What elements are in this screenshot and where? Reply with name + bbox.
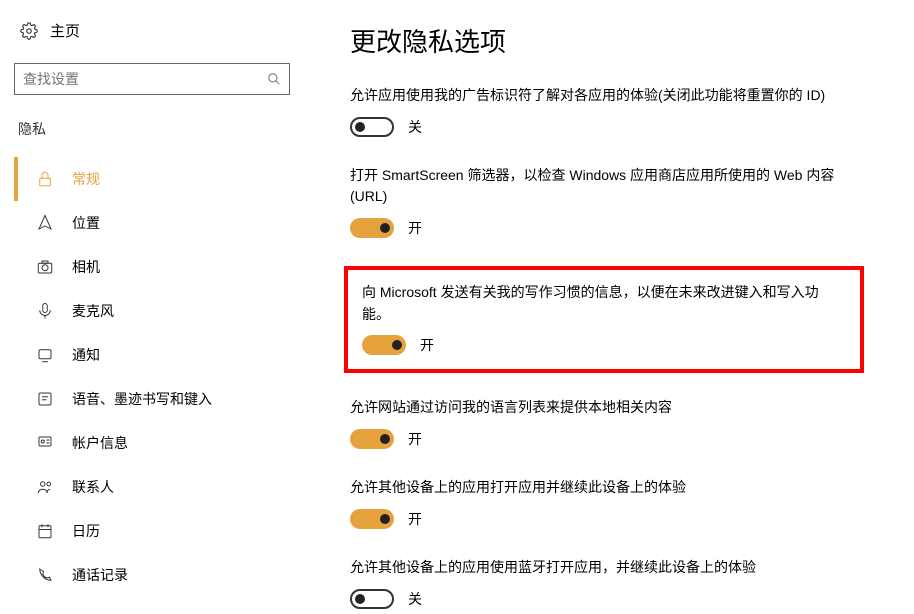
- lock-icon: [36, 170, 54, 188]
- toggle-typing-data[interactable]: [362, 335, 406, 355]
- calendar-icon: [36, 522, 54, 540]
- sidebar-item-label: 麦克风: [72, 301, 114, 321]
- sidebar-item-label: 日历: [72, 521, 100, 541]
- toggle-label: 开: [408, 429, 422, 449]
- sidebar-item-microphone[interactable]: 麦克风: [14, 289, 310, 333]
- page-title: 更改隐私选项: [350, 22, 874, 59]
- toggle-language-list[interactable]: [350, 429, 394, 449]
- toggle-label: 开: [408, 218, 422, 238]
- sidebar-item-camera[interactable]: 相机: [14, 245, 310, 289]
- toggle-label: 开: [408, 509, 422, 529]
- account-icon: [36, 434, 54, 452]
- highlighted-setting: 向 Microsoft 发送有关我的写作习惯的信息，以便在未来改进键入和写入功能…: [344, 266, 864, 373]
- category-label: 隐私: [14, 119, 310, 139]
- toggle-label: 关: [408, 117, 422, 137]
- setting-smartscreen: 打开 SmartScreen 筛选器，以检查 Windows 应用商店应用所使用…: [350, 165, 874, 238]
- setting-desc: 允许其他设备上的应用打开应用并继续此设备上的体验: [350, 477, 854, 499]
- home-link[interactable]: 主页: [14, 20, 310, 41]
- sidebar-item-location[interactable]: 位置: [14, 201, 310, 245]
- sidebar-item-label: 联系人: [72, 477, 114, 497]
- setting-desc: 向 Microsoft 发送有关我的写作习惯的信息，以便在未来改进键入和写入功能…: [362, 282, 846, 325]
- sidebar-item-label: 通知: [72, 345, 100, 365]
- setting-desc: 允许应用使用我的广告标识符了解对各应用的体验(关闭此功能将重置你的 ID): [350, 85, 854, 107]
- sidebar-item-contacts[interactable]: 联系人: [14, 465, 310, 509]
- contacts-icon: [36, 478, 54, 496]
- setting-language-list: 允许网站通过访问我的语言列表来提供本地相关内容 开: [350, 397, 874, 449]
- content-area: 更改隐私选项 允许应用使用我的广告标识符了解对各应用的体验(关闭此功能将重置你的…: [310, 0, 914, 614]
- toggle-label: 关: [408, 589, 422, 609]
- sidebar-item-label: 相机: [72, 257, 100, 277]
- setting-typing-data: 向 Microsoft 发送有关我的写作习惯的信息，以便在未来改进键入和写入功能…: [362, 282, 846, 355]
- sidebar-item-label: 语音、墨迹书写和键入: [72, 389, 212, 409]
- setting-desc: 打开 SmartScreen 筛选器，以检查 Windows 应用商店应用所使用…: [350, 165, 854, 208]
- toggle-label: 开: [420, 335, 434, 355]
- setting-desc: 允许其他设备上的应用使用蓝牙打开应用，并继续此设备上的体验: [350, 557, 854, 579]
- sidebar-item-label: 帐户信息: [72, 433, 128, 453]
- toggle-bluetooth-apps[interactable]: [350, 589, 394, 609]
- microphone-icon: [36, 302, 54, 320]
- setting-bluetooth-apps: 允许其他设备上的应用使用蓝牙打开应用，并继续此设备上的体验 关: [350, 557, 874, 609]
- sidebar-item-label: 位置: [72, 213, 100, 233]
- sidebar-item-calendar[interactable]: 日历: [14, 509, 310, 553]
- setting-advertising-id: 允许应用使用我的广告标识符了解对各应用的体验(关闭此功能将重置你的 ID) 关: [350, 85, 874, 137]
- setting-desc: 允许网站通过访问我的语言列表来提供本地相关内容: [350, 397, 854, 419]
- search-icon: [267, 72, 281, 86]
- home-label: 主页: [50, 20, 80, 41]
- speech-icon: [36, 390, 54, 408]
- location-icon: [36, 214, 54, 232]
- toggle-cross-device[interactable]: [350, 509, 394, 529]
- toggle-smartscreen[interactable]: [350, 218, 394, 238]
- gear-icon: [20, 22, 38, 40]
- camera-icon: [36, 258, 54, 276]
- sidebar-item-callhistory[interactable]: 通话记录: [14, 553, 310, 597]
- phone-icon: [36, 566, 54, 584]
- sidebar-item-account[interactable]: 帐户信息: [14, 421, 310, 465]
- sidebar-item-speech[interactable]: 语音、墨迹书写和键入: [14, 377, 310, 421]
- sidebar: 主页 隐私 常规 位置 相机 麦克风 通知 语音、墨迹书写和键入 帐户信息 联系…: [0, 0, 310, 614]
- sidebar-item-notifications[interactable]: 通知: [14, 333, 310, 377]
- sidebar-item-label: 通话记录: [72, 565, 128, 585]
- search-input[interactable]: [23, 71, 267, 87]
- sidebar-item-label: 常规: [72, 169, 100, 189]
- search-input-container[interactable]: [14, 63, 290, 95]
- sidebar-item-general[interactable]: 常规: [14, 157, 310, 201]
- setting-cross-device: 允许其他设备上的应用打开应用并继续此设备上的体验 开: [350, 477, 874, 529]
- notification-icon: [36, 346, 54, 364]
- toggle-advertising-id[interactable]: [350, 117, 394, 137]
